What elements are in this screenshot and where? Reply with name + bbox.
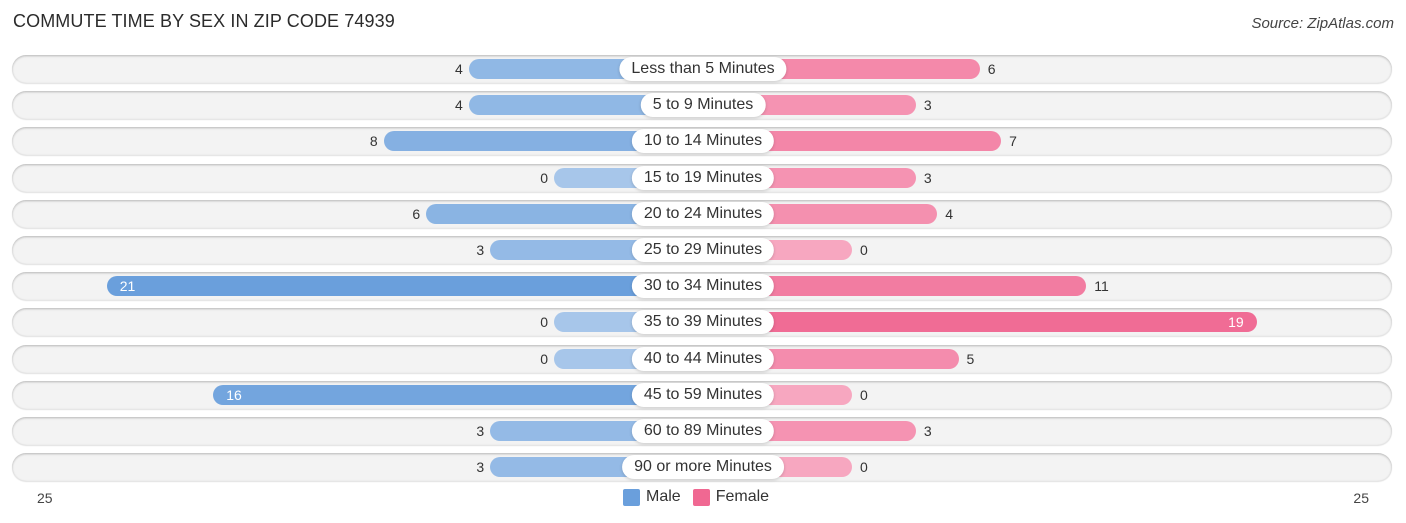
value-label-female: 3: [923, 169, 932, 186]
value-label-male: 4: [455, 61, 463, 77]
category-label: 40 to 44 Minutes: [631, 346, 775, 371]
legend-item-female: Female: [692, 488, 770, 506]
value-label-male: 8: [369, 133, 378, 150]
value-label-female: 11: [1094, 278, 1109, 295]
legend-label-female: Female: [715, 488, 770, 505]
value-label-female: 0: [860, 242, 868, 258]
bar-female: [703, 312, 1257, 333]
category-label: 45 to 59 Minutes: [631, 382, 775, 407]
value-label-female: 4: [945, 205, 953, 222]
value-label-female: 0: [860, 386, 868, 403]
legend-label-male: Male: [646, 488, 681, 505]
value-label-male: 0: [540, 350, 548, 367]
category-label: 5 to 9 Minutes: [640, 93, 766, 118]
value-label-male: 4: [455, 97, 463, 114]
chart-area: 4 6 Less than 5 Minutes 4 3 5 to 9 Minutes 8 7 1…: [0, 0, 1406, 523]
value-label-male: 6: [412, 205, 421, 222]
value-label-female: 7: [1009, 133, 1017, 150]
category-label: Less than 5 Minutes: [619, 57, 787, 81]
value-label-male: 3: [476, 423, 485, 439]
category-label: 20 to 24 Minutes: [631, 201, 775, 226]
value-label-male: 3: [476, 242, 485, 258]
category-label: 10 to 14 Minutes: [631, 129, 775, 154]
category-label: 35 to 39 Minutes: [631, 310, 775, 335]
value-label-male: 0: [540, 169, 548, 186]
value-label-male: 3: [476, 459, 485, 476]
axis-left-max-label: 25: [37, 490, 53, 506]
value-label-female: 5: [966, 350, 975, 367]
category-label: 90 or more Minutes: [622, 455, 784, 480]
value-label-male: 0: [540, 314, 548, 331]
category-label: 60 to 89 Minutes: [631, 419, 775, 443]
category-label: 30 to 34 Minutes: [631, 274, 775, 299]
value-label-male: 16: [226, 386, 242, 403]
legend: Male Female: [623, 488, 781, 506]
bar-male: [106, 276, 703, 297]
legend-swatch-female: [692, 488, 710, 506]
legend-item-male: Male: [623, 488, 681, 506]
value-label-female: 19: [1228, 314, 1244, 331]
value-label-female: 3: [923, 423, 932, 439]
axis-right-max-label: 25: [1353, 490, 1369, 506]
legend-swatch-male: [623, 488, 640, 506]
value-label-female: 0: [860, 459, 868, 476]
category-label: 15 to 19 Minutes: [631, 165, 775, 190]
category-label: 25 to 29 Minutes: [631, 238, 775, 262]
value-label-male: 21: [119, 278, 136, 295]
value-label-female: 6: [987, 61, 996, 77]
bar-male: [213, 384, 703, 405]
value-label-female: 3: [923, 97, 932, 114]
